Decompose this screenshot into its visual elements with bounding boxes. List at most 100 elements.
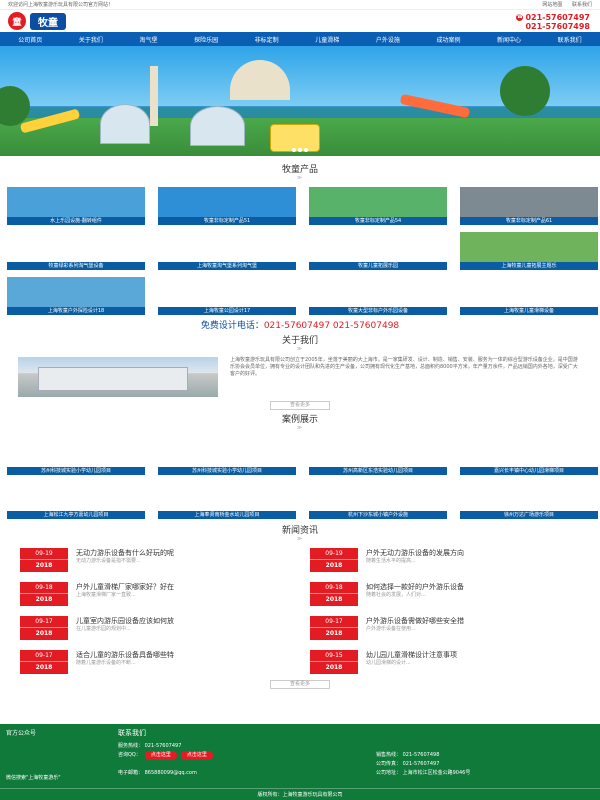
sitemap-link[interactable]: 网站地图: [542, 2, 562, 8]
nav-naughty-castle[interactable]: 淘气堡: [139, 35, 157, 44]
company-address: 公司地址： 上海市松江区松金公路9046号: [376, 770, 471, 776]
news-item[interactable]: 09-17 2018 儿童室内游乐园设备应该如何放 在儿童游乐园的规划中...: [20, 616, 290, 642]
nav-slides[interactable]: 儿童滑梯: [315, 35, 339, 44]
news-item[interactable]: 09-18 2018 户外儿童滑梯厂家哪家好？好在 上海牧童滑梯厂家一直致...: [20, 582, 290, 608]
footer-row: 服务热线： 021-57607497: [118, 742, 590, 751]
banner-pagination[interactable]: [291, 148, 309, 152]
footer-row: 公司传真： 021-57607497: [118, 760, 590, 769]
product-card[interactable]: 上海牧童户外探险设计18: [7, 277, 145, 315]
nav-contact[interactable]: 联系我们: [558, 35, 582, 44]
news-date-year: 2018: [35, 664, 53, 671]
news-title[interactable]: 户外无动力游乐设备的发展方向: [366, 548, 464, 558]
footer-cell: [118, 760, 376, 769]
news-date-md: 09-18: [310, 582, 358, 594]
free-design-call: 免费设计电话：021-57607497 021-57607498: [0, 318, 600, 331]
nav-about[interactable]: 关于我们: [79, 35, 103, 44]
nav-outdoor[interactable]: 户外设施: [376, 35, 400, 44]
qq-cell: 咨询QQ： 点击这里 点击这里: [118, 751, 376, 760]
news-date-md: 09-19: [20, 548, 68, 560]
news-date: 09-15 2018: [310, 650, 358, 674]
news-title: 新闻资讯: [281, 526, 318, 536]
case-card[interactable]: 徐州万达广场游乐项目: [460, 481, 598, 519]
qq-button-2[interactable]: 点击这里: [180, 751, 213, 760]
banner-dome: [100, 104, 150, 144]
news-more-button[interactable]: 查看更多: [270, 680, 330, 689]
news-title[interactable]: 如何选择一款好的户外游乐设备: [366, 582, 464, 592]
product-card[interactable]: 水上乐园设施-翻转组件: [7, 187, 145, 225]
banner-tree: [0, 86, 30, 126]
product-card[interactable]: 上海牧童儿童滑梯设备: [460, 277, 598, 315]
product-card[interactable]: 上海牧童儿童拓展主题乐: [460, 232, 598, 270]
case-card[interactable]: 嘉兴长丰镇中心幼儿园滑梯项目: [460, 437, 598, 475]
news-date: 09-17 2018: [20, 616, 68, 640]
product-card[interactable]: 牧童非标定制产品51: [158, 187, 296, 225]
product-card[interactable]: 牧童非标定制产品61: [460, 187, 598, 225]
case-card[interactable]: 苏州高新区东浩实验幼儿园项目: [309, 437, 447, 475]
news-item[interactable]: 09-15 2018 幼儿园儿童滑梯设计注意事项 幼儿园滑梯的设计...: [310, 650, 580, 676]
news-date-year: 2018: [325, 596, 343, 603]
news-title[interactable]: 户外游乐设备需做好哪些安全措: [366, 616, 464, 626]
about-section: 上海牧童游乐玩具有限公司创立于2005年，坐落于美丽的大上海市。是一家集研发、设…: [0, 352, 600, 397]
product-image: [158, 277, 296, 307]
footer-contact: 联系我们 服务热线： 021-57607497 咨询QQ： 点击这里 点击这里 销售热…: [118, 728, 590, 778]
product-image: [158, 232, 296, 262]
brand-name: 牧童: [30, 12, 66, 30]
product-card[interactable]: 上海牧童公园设计17: [158, 277, 296, 315]
news-item[interactable]: 09-17 2018 适合儿童的游乐设备具备哪些特 随着儿童游乐设备的不断...: [20, 650, 290, 676]
product-caption: 上海牧童公园设计17: [158, 307, 296, 315]
product-image: [460, 232, 598, 262]
news-list: 09-19 2018 无动力游乐设备有什么好玩的呢 无动力游乐设备是指不需要... 0…: [0, 542, 600, 676]
nav-news[interactable]: 新闻中心: [497, 35, 521, 44]
nav-home[interactable]: 公司首页: [18, 35, 42, 44]
footer-contact-title: 联系我们: [118, 729, 146, 737]
banner-tower: [230, 60, 290, 100]
product-image: [7, 187, 145, 217]
product-card[interactable]: 上海牧童淘气堡系列淘气堡: [158, 232, 296, 270]
news-title[interactable]: 幼儿园儿童滑梯设计注意事项: [366, 650, 457, 660]
news-date-md: 09-18: [20, 582, 68, 594]
news-title[interactable]: 无动力游乐设备有什么好玩的呢: [76, 548, 174, 558]
top-bar: 欢迎访问上海牧童游乐玩具有限公司官方网站！ 网站地图 联系我们: [0, 0, 600, 10]
news-item[interactable]: 09-19 2018 户外无动力游乐设备的发展方向 随着生活水平的提高...: [310, 548, 580, 574]
nav-custom[interactable]: 非标定制: [255, 35, 279, 44]
contact-link[interactable]: 联系我们: [572, 2, 592, 8]
service-hotline: 服务热线： 021-57607497: [118, 743, 182, 749]
qq-button-1[interactable]: 点击这里: [144, 751, 177, 760]
case-caption: 上海松江九亭方嘉幼儿园项目: [7, 511, 145, 519]
case-card[interactable]: 上海松江九亭方嘉幼儿园项目: [7, 481, 145, 519]
product-card[interactable]: 牧童非标定制产品54: [309, 187, 447, 225]
case-card[interactable]: 苏州科技城实验小学幼儿园项目: [158, 437, 296, 475]
news-title[interactable]: 户外儿童滑梯厂家哪家好？好在: [76, 582, 174, 592]
product-card[interactable]: 牧童儿童拓展乐园: [309, 232, 447, 270]
about-text: 上海牧童游乐玩具有限公司创立于2005年，坐落于美丽的大上海市。是一家集研发、设…: [230, 357, 578, 377]
nav-cases[interactable]: 成功案例: [436, 35, 460, 44]
product-caption: 水上乐园设施-翻转组件: [7, 217, 145, 225]
nav-adventure-park[interactable]: 探险乐园: [194, 35, 218, 44]
product-image: [460, 187, 598, 217]
product-image: [158, 187, 296, 217]
case-caption: 上海奉贤南桥金水幼儿园项目: [158, 511, 296, 519]
hotline: ☎ 021-57607497 021-57607498: [516, 13, 590, 31]
sales-hotline: 销售热线： 021-57607498: [376, 752, 440, 758]
product-card[interactable]: 牧童大型非标户外乐园设备: [309, 277, 447, 315]
main-nav: 公司首页 关于我们 淘气堡 探险乐园 非标定制 儿童滑梯 户外设施 成功案例 新…: [0, 32, 600, 46]
news-item[interactable]: 09-18 2018 如何选择一款好的户外游乐设备 随着社会的发展，人们对...: [310, 582, 580, 608]
news-item[interactable]: 09-19 2018 无动力游乐设备有什么好玩的呢 无动力游乐设备是指不需要...: [20, 548, 290, 574]
product-card[interactable]: 牧童绿彩系列淘气堡设备: [7, 232, 145, 270]
news-item[interactable]: 09-17 2018 户外游乐设备需做好哪些安全措 户外游乐设备在使用...: [310, 616, 580, 642]
logo[interactable]: 童 牧童: [8, 12, 66, 30]
about-more-button[interactable]: 查看更多: [270, 401, 330, 410]
product-image: [309, 187, 447, 217]
case-card[interactable]: 上海奉贤南桥金水幼儿园项目: [158, 481, 296, 519]
email[interactable]: 电子邮箱： 865880099@qq.com: [118, 769, 376, 778]
free-call-label: 免费设计电话：: [200, 321, 264, 331]
case-card[interactable]: 杭州下沙东城小镇户外设施: [309, 481, 447, 519]
news-summary: 随着社会的发展，人们对...: [366, 592, 426, 598]
news-title[interactable]: 儿童室内游乐园设备应该如何放: [76, 616, 174, 626]
footer-row: 电子邮箱： 865880099@qq.com 公司地址： 上海市松江区松金公路90…: [118, 769, 590, 778]
news-date: 09-18 2018: [310, 582, 358, 606]
case-card[interactable]: 苏州科技城实验小学幼儿园项目: [7, 437, 145, 475]
hero-banner[interactable]: [0, 46, 600, 156]
news-title[interactable]: 适合儿童的游乐设备具备哪些特: [76, 650, 174, 660]
products-grid: 水上乐园设施-翻转组件 牧童非标定制产品51 牧童非标定制产品54 牧童非标定制…: [0, 181, 600, 315]
